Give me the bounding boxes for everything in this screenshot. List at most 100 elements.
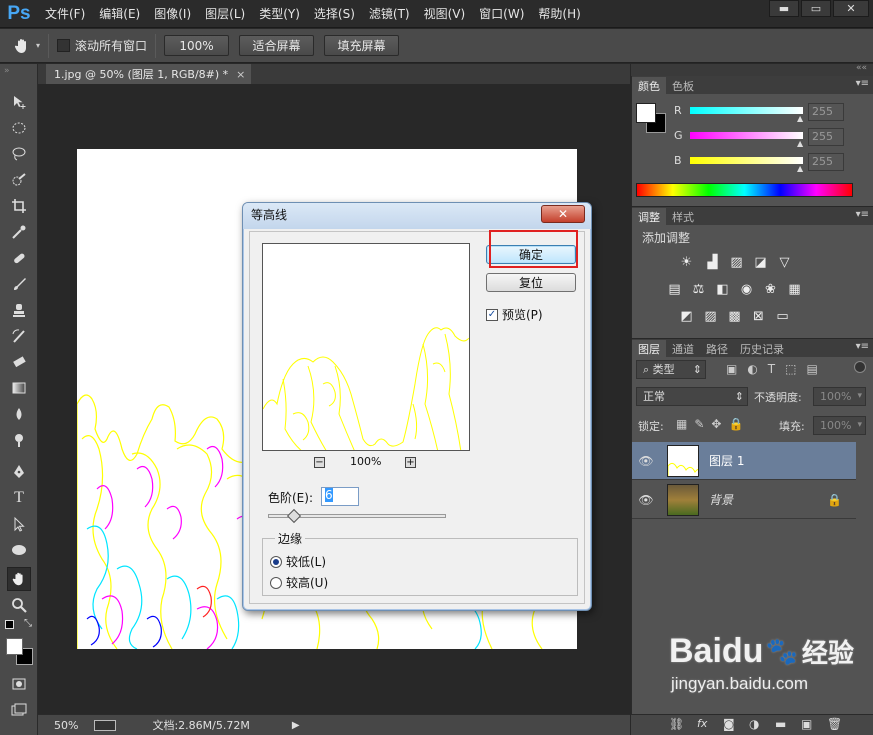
eraser-tool-icon[interactable]: [7, 350, 31, 374]
move-tool-icon[interactable]: [7, 90, 31, 114]
screen-mode-icon[interactable]: [7, 698, 31, 722]
tab-close-icon[interactable]: ×: [236, 68, 245, 81]
menu-item[interactable]: 文件(F): [38, 0, 92, 28]
minimize-button[interactable]: ▬: [769, 0, 799, 17]
fill-screen-button[interactable]: 填充屏幕: [324, 35, 400, 56]
quick-selection-tool-icon[interactable]: [7, 168, 31, 192]
restore-button[interactable]: ▭: [801, 0, 831, 17]
channel-g-value[interactable]: 255: [808, 128, 844, 146]
type-tool-icon[interactable]: T: [7, 486, 31, 510]
slider-handle-icon[interactable]: ▲: [797, 164, 803, 173]
menu-item[interactable]: 图像(I): [147, 0, 198, 28]
tab-swatches[interactable]: 色板: [666, 77, 700, 94]
color-lookup-icon[interactable]: ▦: [786, 281, 803, 298]
color-balance-icon[interactable]: ⚖: [690, 281, 707, 298]
zoom-out-button[interactable]: −: [314, 457, 325, 468]
healing-brush-tool-icon[interactable]: [7, 246, 31, 270]
marquee-tool-icon[interactable]: [7, 116, 31, 140]
dialog-close-button[interactable]: ✕: [541, 205, 585, 223]
tab-adjustments[interactable]: 调整: [632, 208, 666, 225]
menu-item[interactable]: 视图(V): [417, 0, 473, 28]
spectrum-bar[interactable]: [636, 183, 853, 197]
exposure-icon[interactable]: ◪: [752, 254, 769, 271]
scroll-all-checkbox[interactable]: [57, 39, 71, 52]
layer-style-icon[interactable]: fx: [697, 717, 707, 730]
opacity-input[interactable]: 100% ▾: [813, 387, 866, 406]
channel-r-slider[interactable]: [690, 107, 803, 114]
channel-r-value[interactable]: 255: [808, 103, 844, 121]
tab-channels[interactable]: 通道: [666, 340, 700, 357]
edge-low-radio[interactable]: [270, 555, 282, 568]
foreground-color-swatch[interactable]: [6, 638, 23, 655]
edge-high-radio[interactable]: [270, 576, 282, 589]
fill-input[interactable]: 100% ▾: [813, 416, 866, 435]
gradient-tool-icon[interactable]: [7, 376, 31, 400]
layer-row[interactable]: 👁 背景 🔒: [632, 481, 856, 519]
invert-icon[interactable]: ◩: [678, 308, 695, 325]
hue-saturation-icon[interactable]: ▤: [666, 281, 683, 298]
menu-item[interactable]: 类型(Y): [252, 0, 307, 28]
photo-filter-icon[interactable]: ◉: [738, 281, 755, 298]
black-white-icon[interactable]: ◧: [714, 281, 731, 298]
lasso-tool-icon[interactable]: [7, 142, 31, 166]
gradient-map-icon[interactable]: ▭: [774, 308, 791, 325]
tab-color[interactable]: 颜色: [632, 77, 666, 94]
hand-tool-icon[interactable]: [7, 567, 31, 591]
menu-item[interactable]: 选择(S): [307, 0, 362, 28]
fit-screen-button[interactable]: 适合屏幕: [239, 35, 315, 56]
layer-name[interactable]: 背景: [709, 491, 733, 508]
clone-stamp-tool-icon[interactable]: [7, 298, 31, 322]
hand-tool-icon[interactable]: [10, 34, 34, 58]
channel-mixer-icon[interactable]: ❀: [762, 281, 779, 298]
dock-collapse-icon[interactable]: ««: [856, 63, 867, 73]
status-menu-arrow-icon[interactable]: ▶: [292, 720, 300, 731]
collapse-icon[interactable]: »: [4, 66, 10, 76]
link-layers-icon[interactable]: ⛓: [669, 717, 684, 731]
visibility-eye-icon[interactable]: 👁: [636, 454, 656, 468]
new-layer-icon[interactable]: ▣: [801, 717, 812, 731]
levels-icon[interactable]: ▟: [704, 254, 721, 271]
channel-b-slider[interactable]: [690, 157, 803, 164]
tool-preset-dropdown-icon[interactable]: ▾: [36, 41, 40, 50]
dodge-tool-icon[interactable]: [7, 428, 31, 452]
add-mask-icon[interactable]: ◙: [723, 717, 735, 731]
threshold-icon[interactable]: ▩: [726, 308, 743, 325]
vibrance-icon[interactable]: ▽: [776, 254, 793, 271]
filter-toggle-icon[interactable]: [854, 361, 866, 373]
layer-filter-select[interactable]: ⌕ 类型 ⇕: [636, 360, 706, 379]
crop-tool-icon[interactable]: [7, 194, 31, 218]
eyedropper-tool-icon[interactable]: [7, 220, 31, 244]
blur-tool-icon[interactable]: [7, 402, 31, 426]
adjustment-layer-icon[interactable]: ◑: [749, 717, 759, 731]
lock-icons[interactable]: ▦✎✥🔒: [676, 417, 750, 431]
panel-menu-icon[interactable]: ▾≡: [856, 341, 869, 352]
quick-mask-icon[interactable]: [7, 672, 31, 696]
zoom-tool-icon[interactable]: [7, 593, 31, 617]
pen-tool-icon[interactable]: [7, 460, 31, 484]
level-input[interactable]: 6: [321, 487, 359, 506]
preview-checkbox[interactable]: ✓: [486, 308, 498, 321]
menu-item[interactable]: 编辑(E): [92, 0, 147, 28]
reset-button[interactable]: 复位: [486, 273, 576, 292]
tab-paths[interactable]: 路径: [700, 340, 734, 357]
close-window-button[interactable]: ✕: [833, 0, 869, 17]
menu-item[interactable]: 滤镜(T): [362, 0, 417, 28]
tab-layers[interactable]: 图层: [632, 340, 666, 357]
history-brush-tool-icon[interactable]: [7, 324, 31, 348]
blend-mode-select[interactable]: 正常 ⇕: [636, 387, 748, 406]
menu-item[interactable]: 图层(L): [198, 0, 252, 28]
path-selection-tool-icon[interactable]: [7, 512, 31, 536]
posterize-icon[interactable]: ▨: [702, 308, 719, 325]
zoom-in-button[interactable]: +: [405, 457, 416, 468]
zoom-100-button[interactable]: 100%: [164, 35, 230, 56]
visibility-eye-icon[interactable]: 👁: [636, 493, 656, 507]
filter-preview[interactable]: [262, 243, 470, 451]
tab-styles[interactable]: 样式: [666, 208, 700, 225]
layer-row-selected[interactable]: 👁 图层 1: [632, 442, 856, 480]
layer-name[interactable]: 图层 1: [709, 452, 744, 469]
default-colors-icon[interactable]: [5, 620, 14, 629]
selective-color-icon[interactable]: ⊠: [750, 308, 767, 325]
foreground-color-swatch[interactable]: [636, 103, 656, 123]
new-group-icon[interactable]: ▬: [775, 717, 786, 731]
slider-handle-icon[interactable]: ▲: [797, 114, 803, 123]
